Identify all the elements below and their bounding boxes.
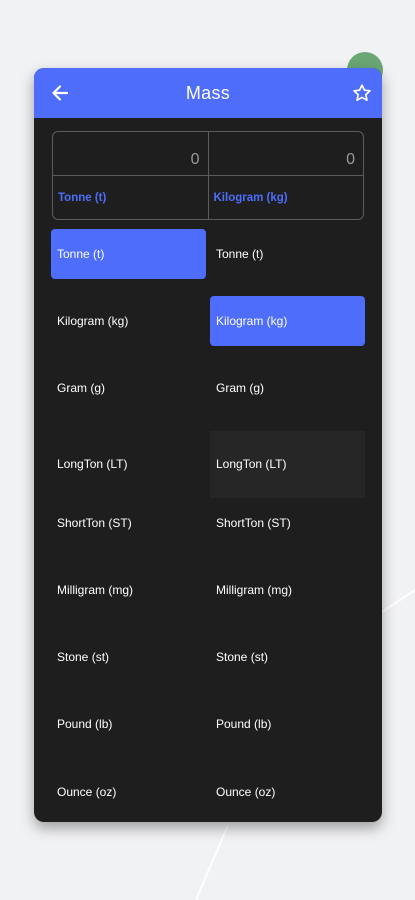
star-outline-icon <box>353 84 371 101</box>
from-unit-label: Tonne (t) <box>58 191 107 204</box>
from-unit-item[interactable]: Gram (g) <box>51 363 206 413</box>
arrow-left-icon <box>52 85 69 101</box>
page-title: Mass <box>185 82 231 103</box>
unit-row: Pound (lb) Pound (lb) <box>51 699 365 766</box>
to-unit-item[interactable]: Pound (lb) <box>210 699 365 749</box>
from-value-input[interactable] <box>53 132 208 176</box>
to-unit-item[interactable]: Ounce (oz) <box>210 767 365 817</box>
from-unit-item[interactable]: Kilogram (kg) <box>51 296 206 346</box>
unit-row: Gram (g) Gram (g) <box>51 363 365 430</box>
to-unit-item[interactable]: ShortTon (ST) <box>210 498 365 548</box>
from-unit-item[interactable]: Milligram (mg) <box>51 565 206 615</box>
to-value-input[interactable] <box>208 132 363 176</box>
unit-row: ShortTon (ST) ShortTon (ST) <box>51 498 365 565</box>
from-unit-item[interactable]: Tonne (t) <box>51 229 206 279</box>
to-unit-item[interactable]: Tonne (t) <box>210 229 365 279</box>
unit-row: Ounce (oz) Ounce (oz) <box>51 767 365 823</box>
converter-card: Mass Tonne (t) Kilogram (kg) Tonne (t) T… <box>34 68 382 822</box>
to-unit-label: Kilogram (kg) <box>213 191 288 204</box>
to-column: Kilogram (kg) <box>207 132 363 219</box>
from-column: Tonne (t) <box>53 132 208 219</box>
to-unit-item[interactable]: Gram (g) <box>210 363 365 413</box>
unit-row: LongTon (LT) LongTon (LT) <box>51 430 365 498</box>
back-button[interactable] <box>48 81 72 105</box>
from-unit-item[interactable]: ShortTon (ST) <box>51 498 206 548</box>
to-unit-item[interactable]: LongTon (LT) <box>210 430 365 498</box>
from-unit-item[interactable]: LongTon (LT) <box>51 439 206 489</box>
from-unit-item[interactable]: Stone (st) <box>51 632 206 682</box>
app-header: Mass <box>34 68 382 118</box>
unit-row: Milligram (mg) Milligram (mg) <box>51 565 365 632</box>
unit-lists: Tonne (t) Tonne (t) Kilogram (kg) Kilogr… <box>51 229 365 822</box>
from-unit-item[interactable]: Pound (lb) <box>51 699 206 749</box>
unit-row: Stone (st) Stone (st) <box>51 632 365 699</box>
from-unit-item[interactable]: Ounce (oz) <box>51 767 206 817</box>
favorite-button[interactable] <box>350 81 374 105</box>
to-unit-item[interactable]: Stone (st) <box>210 632 365 682</box>
unit-row: Kilogram (kg) Kilogram (kg) <box>51 296 365 363</box>
to-unit-item[interactable]: Kilogram (kg) <box>210 296 365 347</box>
conversion-panel: Tonne (t) Kilogram (kg) <box>52 131 364 220</box>
to-unit-item[interactable]: Milligram (mg) <box>210 565 365 615</box>
unit-row: Tonne (t) Tonne (t) <box>51 229 365 296</box>
